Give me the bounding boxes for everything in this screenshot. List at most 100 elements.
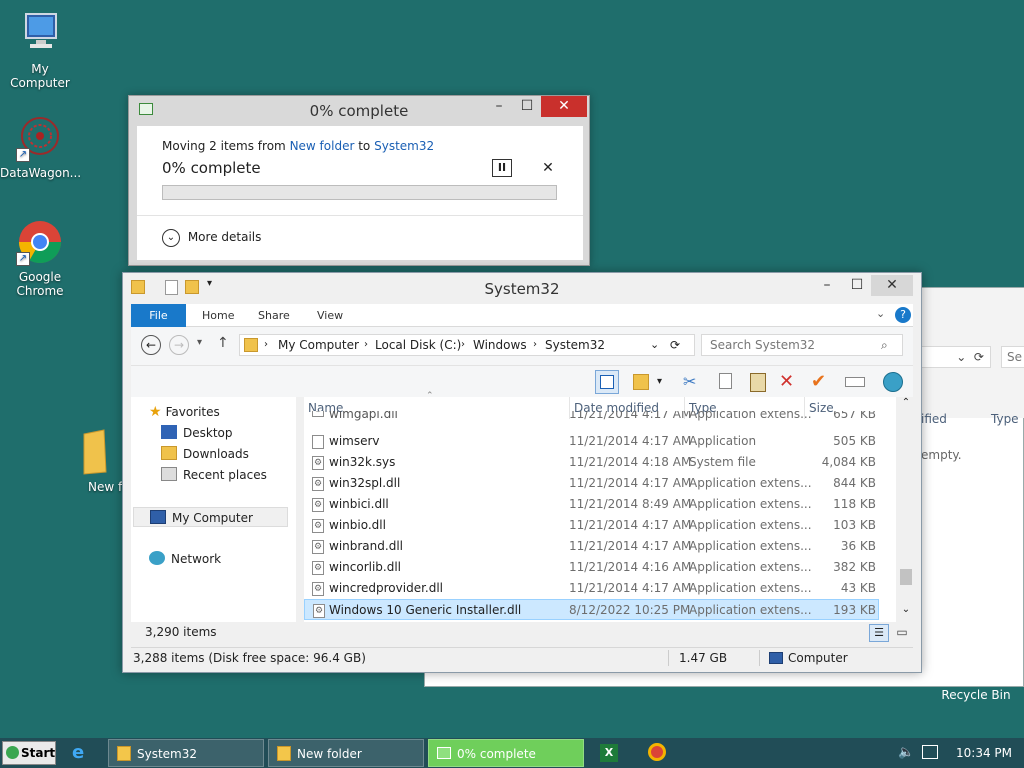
back-button[interactable]: ← [141,335,161,355]
tab-view[interactable]: View [303,304,357,327]
desktop-icon-new-folder[interactable]: New fo [70,428,130,494]
file-list: ⌃ Name Date modified Type Size wimgapi.d… [304,391,896,622]
breadcrumb-chevron-icon[interactable]: › [364,335,368,355]
breadcrumb-chevron-icon[interactable]: › [533,335,537,355]
table-row[interactable]: win32k.sys 11/21/2014 4:18 AM System fil… [304,452,896,474]
nav-desktop[interactable]: Desktop [161,423,233,443]
desktop-icon-my-computer[interactable]: My Computer [0,10,80,90]
dest-link[interactable]: System32 [374,139,434,153]
help-icon[interactable]: ? [895,307,911,323]
preview-pane-icon[interactable] [595,370,619,394]
vertical-scrollbar[interactable]: ⌃ ⌄ [898,397,914,622]
scroll-up-icon[interactable]: ⌃ [898,397,914,413]
source-link[interactable]: New folder [290,139,355,153]
breadcrumb-chevron-icon[interactable]: › [264,335,268,355]
ribbon-expand-icon[interactable]: ⌄ [876,307,885,320]
file-name: win32spl.dll [329,476,401,490]
start-button[interactable]: Start [2,741,56,765]
globe-icon[interactable] [881,370,905,394]
network-tray-icon[interactable] [922,745,938,759]
input-box-icon[interactable] [843,370,867,394]
large-icons-view-button[interactable]: ▭ [893,624,911,642]
address-box[interactable]: › My Computer › Local Disk (C:) › Window… [239,334,695,356]
copy-icon[interactable] [715,370,739,394]
back-col-type[interactable]: Type [991,412,1019,426]
pause-button[interactable]: II [492,159,512,177]
file-date: 11/21/2014 4:17 AM [569,434,692,448]
nav-network[interactable]: Network [149,549,221,569]
explorer-window[interactable]: ▾ System32 – ☐ ✕ File Home Share View ⌄ … [122,272,922,673]
table-row[interactable]: winbrand.dll 11/21/2014 4:17 AM Applicat… [304,536,896,558]
scroll-down-icon[interactable]: ⌄ [898,604,914,620]
toolbar: ▾ ✂ ✕ ✔ [131,365,913,397]
back-col-modified[interactable]: ified [921,412,947,426]
tab-home[interactable]: Home [188,304,248,327]
progress-dialog[interactable]: 0% complete – ☐ ✕ Moving 2 items from Ne… [128,95,590,266]
file-type: Application extens... [689,539,812,553]
rename-icon[interactable]: ✔ [811,370,835,394]
breadcrumb-local-disk[interactable]: Local Disk (C:) [375,335,461,355]
taskbar-button-progress[interactable]: 0% complete [428,739,584,767]
excel-icon[interactable]: X [600,744,618,762]
table-row[interactable]: winbici.dll 11/21/2014 8:49 AM Applicati… [304,494,896,516]
status-items: 3,288 items (Disk free space: 96.4 GB) [133,651,366,665]
maximize-button[interactable]: ☐ [513,96,541,117]
dll-file-icon [312,558,324,579]
table-row[interactable]: wincredprovider.dll 11/21/2014 4:17 AM A… [304,578,896,600]
taskbar-button-new-folder[interactable]: New folder [268,739,424,767]
breadcrumb-chevron-icon[interactable]: › [461,335,465,355]
internet-explorer-icon[interactable]: e [72,742,94,764]
close-button[interactable]: ✕ [541,96,587,117]
file-date: 11/21/2014 4:17 AM [569,411,692,421]
table-row[interactable]: winbio.dll 11/21/2014 4:17 AM Applicatio… [304,515,896,537]
breadcrumb-system32[interactable]: System32 [545,335,605,355]
nav-favorites[interactable]: ★ Favorites [149,402,220,422]
options-dropdown-icon[interactable]: ▾ [657,370,681,394]
paste-icon[interactable] [747,370,771,394]
up-button[interactable]: ↑ [217,335,229,351]
properties-icon[interactable] [631,370,655,394]
cut-icon[interactable]: ✂ [683,370,707,394]
cancel-button[interactable]: ✕ [540,159,556,177]
desktop-icon-google-chrome[interactable]: ↗ Google Chrome [0,218,80,298]
close-button[interactable]: ✕ [871,275,913,296]
taskbar-button-system32[interactable]: System32 [108,739,264,767]
table-row-selected[interactable]: Windows 10 Generic Installer.dll 8/12/20… [304,599,879,622]
table-row[interactable]: wincorlib.dll 11/21/2014 4:16 AM Applica… [304,557,896,579]
chrome-icon[interactable] [648,743,666,761]
details-view-button[interactable]: ☰ [869,624,889,642]
file-name: winbici.dll [329,497,389,511]
table-row[interactable]: wimgapi.dll 11/21/2014 4:17 AM Applicati… [304,411,896,425]
nav-my-computer[interactable]: My Computer [133,507,288,527]
volume-muted-icon[interactable]: 🔈 [898,745,914,760]
search-icon[interactable]: ⌕ [881,338,888,353]
back-search-fragment[interactable]: Se [1001,346,1024,368]
forward-button[interactable]: → [169,335,189,355]
nav-recent-places[interactable]: Recent places [161,465,267,485]
breadcrumb-windows[interactable]: Windows [473,335,527,355]
recent-locations-dropdown[interactable]: ▾ [197,337,202,348]
progress-titlebar[interactable]: 0% complete – ☐ ✕ [129,96,589,124]
tab-share[interactable]: Share [244,304,304,327]
address-dropdown-icon[interactable]: ⌄ [650,335,659,355]
desktop-icon-datawagon[interactable]: ↗ DataWagon... [0,114,81,180]
dll-file-icon [312,411,324,421]
table-row[interactable]: wimserv 11/21/2014 4:17 AM Application 5… [304,431,896,452]
minimize-button[interactable]: – [813,275,841,296]
minimize-button[interactable]: – [485,96,513,117]
breadcrumb-my-computer[interactable]: My Computer [278,335,359,355]
search-input[interactable]: Search System32 [701,334,903,356]
refresh-icon[interactable]: ⟳ [670,335,680,355]
delete-icon[interactable]: ✕ [779,370,803,394]
more-details-label: More details [187,230,262,244]
clock[interactable]: 10:34 PM [956,738,1012,768]
file-name: wimgapi.dll [329,411,398,421]
explorer-titlebar[interactable]: ▾ System32 – ☐ ✕ [123,273,921,304]
maximize-button[interactable]: ☐ [843,275,871,296]
desktop-icon-recycle-bin[interactable]: Recycle Bin [936,688,1016,702]
nav-downloads[interactable]: Downloads [161,444,249,464]
tab-file[interactable]: File [131,304,186,327]
table-row[interactable]: win32spl.dll 11/21/2014 4:17 AM Applicat… [304,473,896,495]
more-details-toggle[interactable]: ⌄ More details [162,228,261,247]
scroll-thumb[interactable] [900,569,912,585]
